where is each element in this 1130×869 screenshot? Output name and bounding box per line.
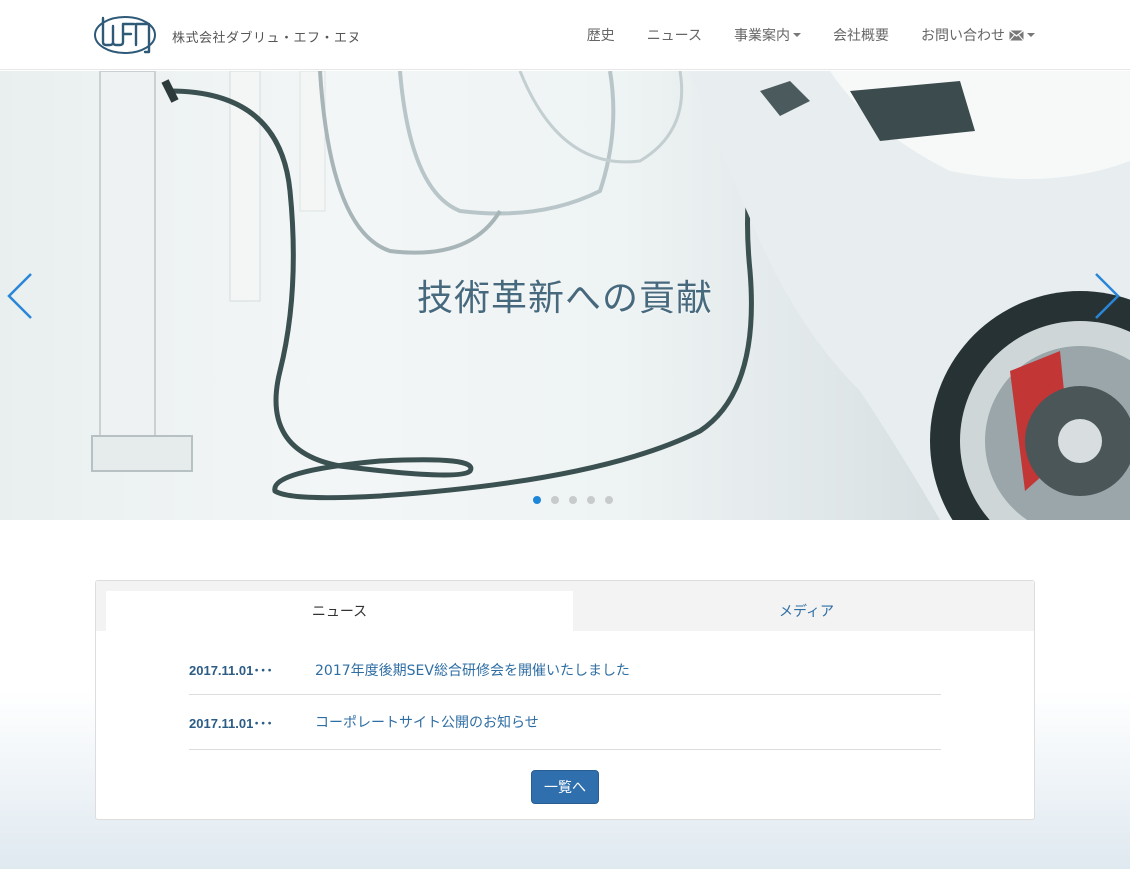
nav-company-label: 会社概要 [833,28,889,44]
company-name: 株式会社ダブリュ・エフ・エヌ [172,31,362,46]
caret-down-icon [1027,33,1035,37]
news-title-link[interactable]: 2017年度後期SEV総合研修会を開催いたしました [315,660,630,680]
nav-contact-label: お問い合わせ [921,28,1005,44]
tab-bar: ニュース メディア [96,581,1034,631]
carousel-indicator[interactable] [587,496,595,504]
view-all-button[interactable]: 一覧へ [531,770,599,804]
news-title-link[interactable]: コーポレートサイト公開のお知らせ [315,712,539,732]
chevron-left-icon[interactable] [5,271,35,321]
brand[interactable]: 株式会社ダブリュ・エフ・エヌ [94,12,361,58]
nav-business-label: 事業案内 [734,28,790,44]
caret-down-icon [793,33,801,37]
nav-history-label: 歴史 [586,28,615,44]
news-list: 2017.11.01･･･ 2017年度後期SEV総合研修会を開催いたしました … [189,645,941,750]
news-item: 2017.11.01･･･ コーポレートサイト公開のお知らせ [189,695,941,750]
carousel-indicator[interactable] [569,496,577,504]
nav-company[interactable]: 会社概要 [817,0,905,70]
news-date: 2017.11.01･･･ [189,663,273,678]
tab-media[interactable]: メディア [573,591,1040,631]
carousel-indicator[interactable] [551,496,559,504]
nav-history[interactable]: 歴史 [571,0,631,70]
news-date: 2017.11.01･･･ [189,715,273,731]
carousel-indicator[interactable] [533,496,541,504]
chevron-right-icon[interactable] [1092,271,1122,321]
tab-news[interactable]: ニュース [106,591,573,631]
carousel-caption: 技術革新への貢献 [416,278,713,319]
nav-business[interactable]: 事業案内 [718,0,817,70]
nav-contact[interactable]: お問い合わせ [905,0,1035,70]
mail-icon [1009,29,1024,41]
wfn-logo-icon[interactable] [94,12,158,58]
carousel-indicators [0,496,1130,504]
hero-carousel: 技術革新への貢献 [0,71,1130,520]
main-nav: 歴史 ニュース 事業案内 会社概要 お問い合わせ [571,0,1035,70]
carousel-indicator[interactable] [605,496,613,504]
news-item: 2017.11.01･･･ 2017年度後期SEV総合研修会を開催いたしました [189,645,941,695]
news-panel: ニュース メディア 2017.11.01･･･ 2017年度後期SEV総合研修会… [95,580,1035,820]
navbar: 株式会社ダブリュ・エフ・エヌ 歴史 ニュース 事業案内 会社概要 お問い合わせ [0,0,1130,70]
nav-news[interactable]: ニュース [631,0,718,70]
nav-news-label: ニュース [646,28,702,44]
